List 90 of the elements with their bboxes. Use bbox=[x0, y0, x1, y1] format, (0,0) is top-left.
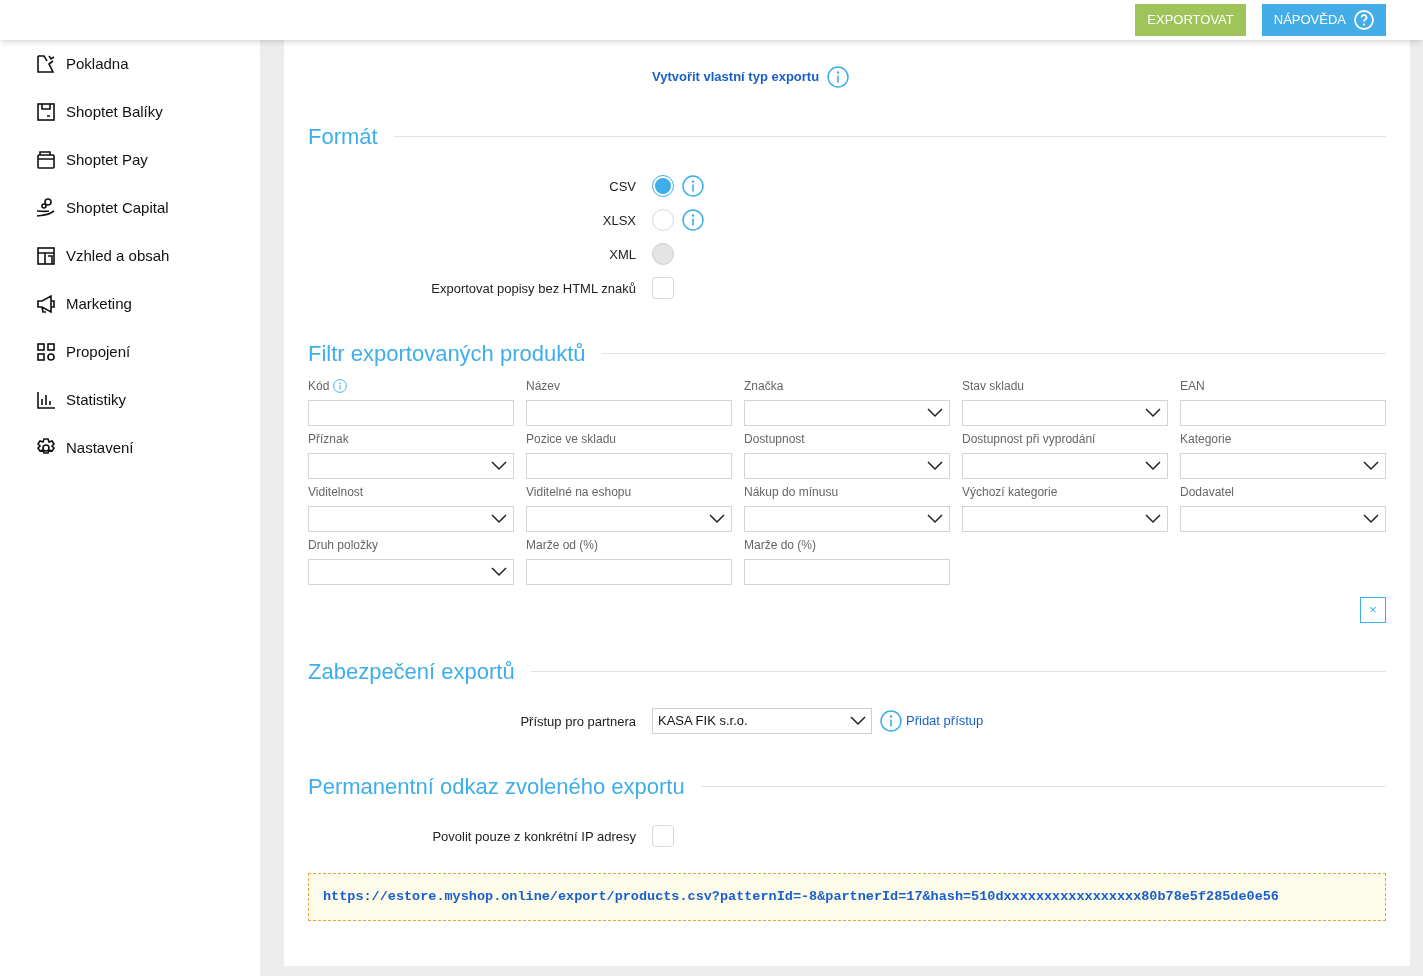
field-label: XLSX bbox=[602, 213, 636, 228]
input-field[interactable] bbox=[526, 559, 732, 585]
sidebar-item[interactable]: Propojení bbox=[35, 328, 260, 376]
input-field[interactable] bbox=[1180, 400, 1386, 426]
bar-chart-icon bbox=[35, 389, 57, 411]
select-field[interactable] bbox=[308, 559, 514, 585]
chevron-down-icon bbox=[927, 408, 943, 418]
grid-icon bbox=[35, 341, 57, 363]
chevron-down-icon bbox=[491, 461, 507, 471]
chevron-down-icon bbox=[709, 514, 725, 524]
radio-button[interactable] bbox=[652, 209, 674, 231]
input-field[interactable] bbox=[526, 453, 732, 479]
section-heading: Zabezpečení exportů bbox=[308, 658, 515, 686]
input-field[interactable] bbox=[744, 559, 950, 585]
create-export-link[interactable]: Vytvořit vlastní typ exportu bbox=[652, 65, 850, 88]
chevron-down-icon bbox=[927, 514, 943, 524]
help-icon bbox=[1354, 10, 1374, 30]
chevron-down-icon bbox=[1145, 514, 1161, 524]
select-field[interactable] bbox=[308, 506, 514, 532]
field-label: Výchozí kategorie bbox=[962, 484, 1058, 501]
field-label: Marže od (%) bbox=[526, 537, 599, 554]
sidebar-item[interactable]: Shoptet Pay bbox=[35, 136, 260, 184]
select-field[interactable] bbox=[962, 453, 1168, 479]
receipt-icon bbox=[35, 53, 57, 75]
partner-select[interactable]: KASA FIK s.r.o. bbox=[652, 708, 872, 734]
hand-coins-icon bbox=[35, 197, 57, 219]
field-label: Příznak bbox=[308, 431, 349, 448]
select-field[interactable] bbox=[744, 506, 950, 532]
sidebar-item[interactable]: Pokladna bbox=[35, 40, 260, 88]
field-label: Kategorie bbox=[1180, 431, 1232, 448]
field-label: Povolit pouze z konkrétní IP adresy bbox=[432, 829, 636, 844]
input-field[interactable] bbox=[526, 400, 732, 426]
chevron-down-icon bbox=[1363, 461, 1379, 471]
select-field[interactable] bbox=[1180, 453, 1386, 479]
field-label: Kód bbox=[308, 378, 330, 395]
chevron-down-icon bbox=[927, 461, 943, 471]
chevron-down-icon bbox=[1363, 514, 1379, 524]
field-label: Značka bbox=[744, 378, 784, 395]
select-field[interactable] bbox=[526, 506, 732, 532]
select-field[interactable] bbox=[1180, 506, 1386, 532]
radio-button[interactable] bbox=[652, 175, 674, 197]
field-label: Viditelnost bbox=[308, 484, 364, 501]
megaphone-icon bbox=[35, 293, 57, 315]
field-label: Nákup do mínusu bbox=[744, 484, 839, 501]
info-icon[interactable] bbox=[880, 710, 902, 732]
add-access-link[interactable]: Přidat přístup bbox=[906, 711, 984, 731]
select-field[interactable] bbox=[962, 400, 1168, 426]
package-icon bbox=[35, 101, 57, 123]
section-heading: Permanentní odkaz zvoleného exportu bbox=[308, 773, 685, 801]
sidebar-item[interactable]: Nastavení bbox=[35, 424, 260, 472]
sidebar-item[interactable]: Statistiky bbox=[35, 376, 260, 424]
field-label: Marže do (%) bbox=[744, 537, 817, 554]
field-label: Stav skladu bbox=[962, 378, 1025, 395]
field-label: Druh položky bbox=[308, 537, 379, 554]
field-label: Dodavatel bbox=[1180, 484, 1235, 501]
field-label: Viditelné na eshopu bbox=[526, 484, 632, 501]
chevron-down-icon bbox=[491, 567, 507, 577]
checkbox[interactable] bbox=[652, 277, 674, 299]
layout-icon bbox=[35, 245, 57, 267]
select-field[interactable] bbox=[744, 400, 950, 426]
sidebar-item[interactable]: Marketing bbox=[35, 280, 260, 328]
field-label: Dostupnost při vyprodání bbox=[962, 431, 1096, 448]
field-label: EAN bbox=[1180, 378, 1205, 395]
input-field[interactable] bbox=[308, 400, 514, 426]
sidebar-item[interactable]: Shoptet Capital bbox=[35, 184, 260, 232]
chevron-down-icon bbox=[491, 514, 507, 524]
export-url: https://estore.myshop.online/export/products.csv?patternId=-8&partnerId=17&hash=510dxxxxxxxxxxxxxxxxx80b78e5f285de0e56 bbox=[323, 887, 1279, 906]
chevron-down-icon bbox=[1145, 461, 1161, 471]
chevron-down-icon bbox=[850, 716, 866, 726]
field-label: Název bbox=[526, 378, 560, 395]
select-field[interactable] bbox=[744, 453, 950, 479]
field-label: Přístup pro partnera bbox=[520, 714, 636, 729]
sidebar-item[interactable]: Shoptet Balíky bbox=[35, 88, 260, 136]
section-heading: Filtr exportovaných produktů bbox=[308, 340, 586, 368]
info-icon[interactable] bbox=[333, 379, 348, 393]
select-field[interactable] bbox=[962, 506, 1168, 532]
checkbox[interactable] bbox=[652, 825, 674, 847]
select-field[interactable] bbox=[308, 453, 514, 479]
field-label: CSV bbox=[609, 179, 636, 194]
field-label: Exportovat popisy bez HTML znaků bbox=[431, 281, 636, 296]
info-icon[interactable] bbox=[682, 209, 704, 231]
info-icon[interactable] bbox=[827, 65, 850, 88]
sidebar-item[interactable]: Vzhled a obsah bbox=[35, 232, 260, 280]
section-heading: Formát bbox=[308, 123, 378, 151]
field-label: Pozice ve skladu bbox=[526, 431, 617, 448]
wallet-icon bbox=[35, 149, 57, 171]
field-label: Dostupnost bbox=[744, 431, 805, 448]
chevron-down-icon bbox=[1145, 408, 1161, 418]
info-icon[interactable] bbox=[682, 175, 704, 197]
field-label: XML bbox=[609, 247, 636, 262]
